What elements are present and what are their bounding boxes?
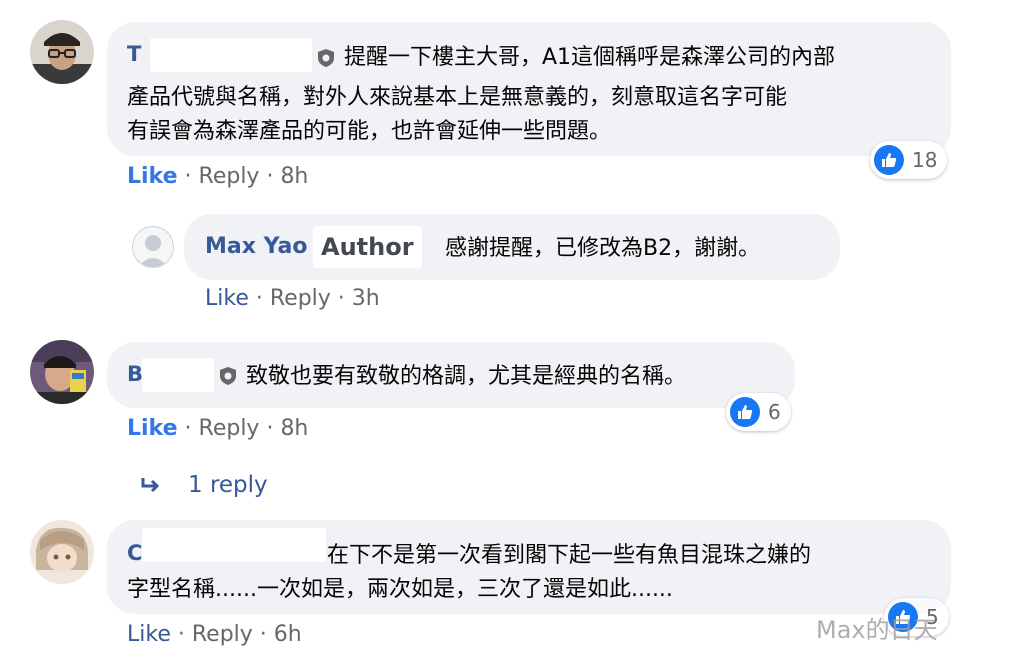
- commenter-name[interactable]: T: [127, 42, 141, 66]
- like-button[interactable]: Like: [127, 622, 171, 647]
- avatar[interactable]: [132, 226, 174, 268]
- redacted-name: [142, 528, 326, 562]
- timestamp[interactable]: 3h: [352, 286, 380, 311]
- comment-text: 在下不是第一次看到閣下起一些有魚目混珠之嫌的: [327, 543, 812, 568]
- comment-actions: Like · Reply · 8h: [127, 416, 308, 441]
- timestamp[interactable]: 8h: [280, 164, 308, 189]
- reply-button[interactable]: Reply: [270, 286, 331, 311]
- shield-icon: [318, 49, 334, 67]
- like-button[interactable]: Like: [127, 164, 178, 189]
- reply-arrow-icon: [141, 478, 160, 493]
- separator: ·: [177, 164, 199, 189]
- timestamp[interactable]: 6h: [274, 622, 302, 647]
- comment-actions: Like · Reply · 8h: [127, 164, 308, 189]
- reaction-count-label: 18: [912, 148, 938, 172]
- separator: ·: [248, 286, 270, 311]
- thumbs-up-icon: [730, 397, 760, 427]
- separator: ·: [330, 286, 352, 311]
- comment-text: 致敬也要有致敬的格調，尤其是經典的名稱。: [246, 364, 687, 389]
- commenter-name[interactable]: Max Yao: [205, 234, 307, 259]
- comment-text: 感謝提醒，已修改為B2，謝謝。: [445, 236, 761, 261]
- reaction-count[interactable]: 6: [726, 393, 791, 431]
- commenter-name[interactable]: C: [127, 541, 142, 565]
- reply-button[interactable]: Reply: [199, 164, 260, 189]
- shield-icon: [220, 367, 236, 385]
- separator: ·: [252, 622, 274, 647]
- reply-button[interactable]: Reply: [192, 622, 253, 647]
- separator: ·: [170, 622, 192, 647]
- author-badge: Author: [313, 226, 422, 268]
- redacted-name: [150, 38, 312, 72]
- comment-text: 字型名稱......一次如是，兩次如是，三次了還是如此......: [127, 577, 673, 602]
- avatar[interactable]: [30, 520, 94, 584]
- separator: ·: [177, 416, 199, 441]
- separator: ·: [259, 416, 281, 441]
- thumbs-up-icon: [874, 145, 904, 175]
- comment-text: 提醒一下樓主大哥，A1這個稱呼是森澤公司的內部: [344, 45, 836, 70]
- commenter-name[interactable]: B: [127, 362, 143, 386]
- redacted-name: [142, 358, 214, 392]
- watermark: Max的日天: [816, 616, 938, 644]
- avatar[interactable]: [30, 340, 94, 404]
- timestamp[interactable]: 8h: [280, 416, 308, 441]
- reaction-count-label: 6: [768, 400, 781, 424]
- reaction-count[interactable]: 18: [870, 141, 948, 179]
- like-button[interactable]: Like: [205, 286, 249, 311]
- like-button[interactable]: Like: [127, 416, 178, 441]
- view-replies-link[interactable]: 1 reply: [188, 472, 268, 498]
- comment-actions: Like · Reply · 6h: [127, 622, 302, 647]
- comment-text: 有誤會為森澤產品的可能，也許會延伸一些問題。: [127, 119, 612, 144]
- reply-button[interactable]: Reply: [199, 416, 260, 441]
- comment-text: 產品代號與名稱，對外人來說基本上是無意義的，刻意取這名字可能: [127, 85, 788, 110]
- avatar[interactable]: [30, 20, 94, 84]
- separator: ·: [259, 164, 281, 189]
- comment-actions: Like · Reply · 3h: [205, 286, 380, 311]
